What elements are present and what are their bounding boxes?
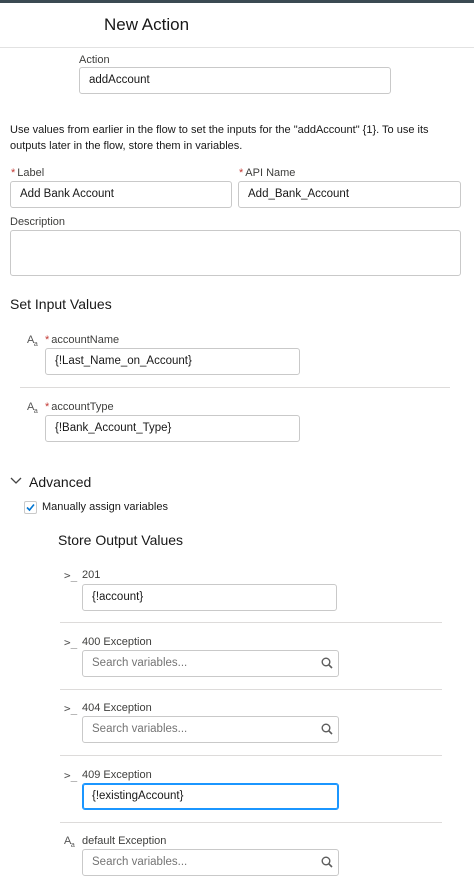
- output-label-400: 400 Exception: [82, 636, 152, 648]
- required-marker: *: [45, 334, 50, 346]
- modal-title: New Action: [104, 15, 190, 34]
- divider: [20, 387, 450, 388]
- divider: [60, 689, 442, 690]
- store-output-values-heading: Store Output Values: [58, 532, 184, 548]
- output-400-search-input[interactable]: Search variables...: [82, 650, 339, 677]
- input-label-text: accountName: [51, 334, 120, 346]
- text-type-icon: Aa: [64, 835, 75, 850]
- chevron-down-icon[interactable]: [10, 477, 22, 485]
- required-marker: *: [11, 167, 16, 179]
- input-label-text: accountType: [51, 401, 114, 413]
- api-name-label: * API Name: [239, 167, 295, 179]
- output-label-201: 201: [82, 569, 101, 581]
- prompt-icon: >_: [64, 569, 78, 582]
- advanced-section-toggle[interactable]: Advanced: [29, 474, 91, 490]
- description-label: Description: [10, 216, 66, 228]
- input-label-accounttype: * accountType: [45, 401, 114, 413]
- accounttype-input[interactable]: {!Bank_Account_Type}: [45, 415, 300, 442]
- search-icon[interactable]: [321, 723, 333, 735]
- prompt-icon: >_: [64, 702, 78, 715]
- output-label-default: default Exception: [82, 835, 167, 847]
- divider: [60, 822, 442, 823]
- input-label-accountname: * accountName: [45, 334, 119, 346]
- description-textarea[interactable]: [10, 230, 461, 276]
- output-409-input[interactable]: {!existingAccount}: [82, 783, 339, 810]
- modal-header: New Action: [0, 3, 474, 48]
- instructions-text: Use values from earlier in the flow to s…: [10, 124, 429, 152]
- output-label-404: 404 Exception: [82, 702, 152, 714]
- search-icon[interactable]: [321, 856, 333, 868]
- label-field-label: * Label: [11, 167, 44, 179]
- output-404-search-input[interactable]: Search variables...: [82, 716, 339, 743]
- accountname-input[interactable]: {!Last_Name_on_Account}: [45, 348, 300, 375]
- manual-assign-checkbox[interactable]: [24, 501, 37, 514]
- text-type-icon: Aa: [27, 401, 38, 416]
- prompt-icon: >_: [64, 636, 78, 649]
- checkmark-icon: [26, 503, 35, 512]
- manual-assign-label[interactable]: Manually assign variables: [42, 501, 168, 513]
- label-input[interactable]: Add Bank Account: [10, 181, 232, 208]
- set-input-values-heading: Set Input Values: [10, 296, 112, 312]
- divider: [60, 622, 442, 623]
- search-icon[interactable]: [321, 657, 333, 669]
- required-marker: *: [45, 401, 50, 413]
- api-name-label-text: API Name: [245, 167, 296, 179]
- output-label-409: 409 Exception: [82, 769, 152, 781]
- text-type-icon: Aa: [27, 334, 38, 349]
- label-field-label-text: Label: [17, 167, 45, 179]
- action-label: Action: [79, 54, 110, 66]
- divider: [60, 755, 442, 756]
- required-marker: *: [239, 167, 244, 179]
- api-name-input[interactable]: Add_Bank_Account: [238, 181, 461, 208]
- output-201-input[interactable]: {!account}: [82, 584, 337, 611]
- prompt-icon: >_: [64, 769, 78, 782]
- output-default-search-input[interactable]: Search variables...: [82, 849, 339, 876]
- action-field[interactable]: addAccount: [79, 67, 391, 94]
